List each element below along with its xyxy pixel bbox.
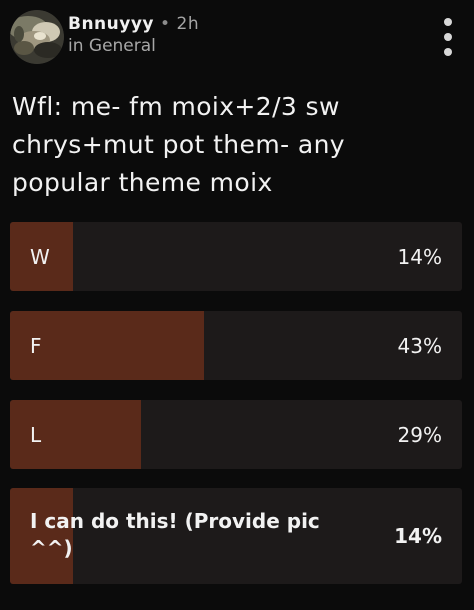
author-avatar[interactable] — [10, 10, 64, 64]
poll-option-w[interactable]: W 14% — [10, 222, 462, 291]
post-header: Bnnuyyy • 2h in General — [10, 10, 464, 70]
poll-option-percent: 43% — [397, 334, 442, 358]
poll-option-percent: 14% — [397, 245, 442, 269]
vertical-ellipsis-icon — [444, 48, 452, 56]
meta-separator: • — [160, 14, 171, 34]
vertical-ellipsis-icon — [444, 33, 452, 41]
poll-option-label: L — [30, 423, 42, 447]
author-name[interactable]: Bnnuyyy — [68, 14, 154, 34]
poll-option-label: I can do this! (Provide pic ^^) — [30, 509, 320, 560]
more-options-button[interactable] — [438, 18, 458, 58]
post-title: Wfl: me- fm moix+2/3 sw chrys+mut pot th… — [12, 92, 346, 197]
poll-option-l[interactable]: L 29% — [10, 400, 462, 469]
poll-option-percent: 14% — [394, 524, 442, 548]
poll-option-percent: 29% — [397, 423, 442, 447]
avatar-image — [10, 10, 64, 64]
author-line: Bnnuyyy • 2h — [68, 14, 199, 34]
poll-option-provide-pic[interactable]: I can do this! (Provide pic ^^) 14% — [10, 488, 462, 584]
poll-option-f[interactable]: F 43% — [10, 311, 462, 380]
poll-option-label: F — [30, 334, 42, 358]
post-meta: Bnnuyyy • 2h in General — [68, 10, 408, 70]
post-time: 2h — [176, 14, 200, 34]
poll-option-label: W — [30, 245, 50, 269]
post-page: Bnnuyyy • 2h in General Wfl: me- fm moix+2… — [0, 0, 474, 610]
vertical-ellipsis-icon — [444, 18, 452, 26]
community-label[interactable]: in General — [68, 36, 156, 56]
